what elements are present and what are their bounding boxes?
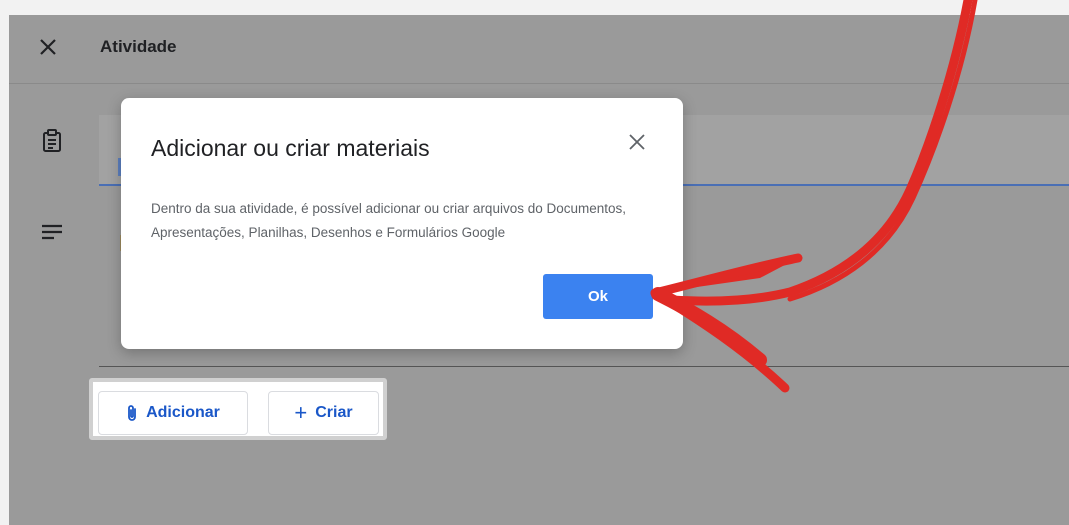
page-title: Atividade bbox=[100, 37, 177, 56]
create-button[interactable]: + Criar bbox=[268, 391, 379, 435]
dialog-close-icon[interactable] bbox=[627, 132, 647, 152]
info-dialog: Adicionar ou criar materiais Dentro da s… bbox=[121, 98, 683, 349]
add-button-label: Adicionar bbox=[146, 404, 220, 421]
create-button-label: Criar bbox=[315, 404, 353, 421]
dialog-body-text: Dentro da sua atividade, é possível adic… bbox=[151, 201, 627, 240]
ok-button[interactable]: Ok bbox=[543, 274, 653, 319]
description-underline bbox=[99, 366, 1069, 367]
top-bar: Atividade bbox=[9, 15, 1069, 84]
add-button[interactable]: Adicionar bbox=[98, 391, 248, 435]
paperclip-icon bbox=[128, 405, 136, 421]
plus-icon: + bbox=[294, 400, 308, 425]
notes-icon bbox=[42, 224, 62, 240]
close-icon[interactable] bbox=[37, 36, 59, 58]
dialog-title: Adicionar ou criar materiais bbox=[151, 135, 430, 161]
assignment-icon bbox=[43, 129, 61, 152]
attach-toolbar: Adicionar + Criar bbox=[89, 378, 387, 440]
